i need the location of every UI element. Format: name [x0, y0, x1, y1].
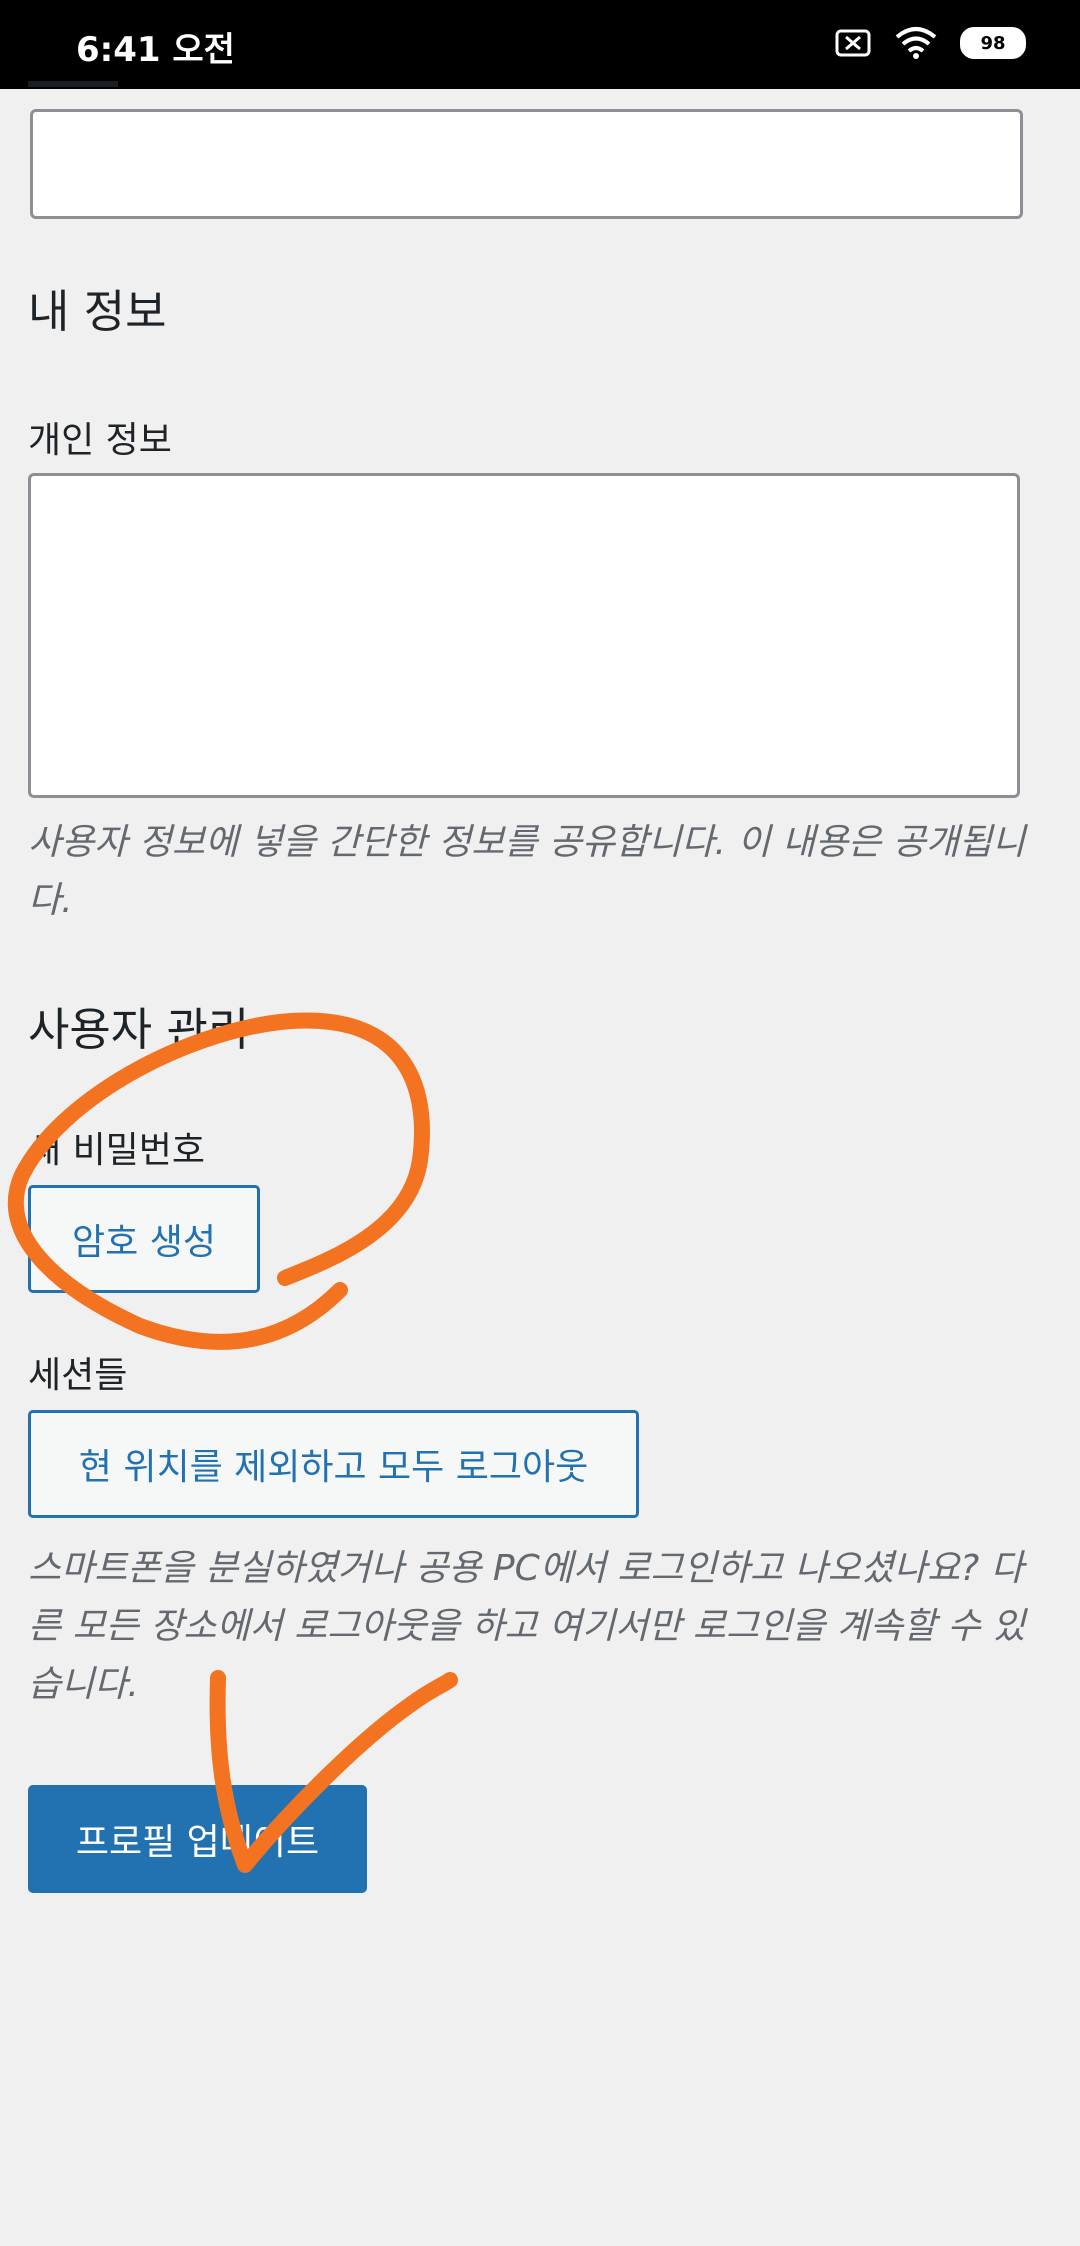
- top-field-label-cut: [28, 77, 168, 91]
- logout-everywhere-button[interactable]: 현 위치를 제외하고 모두 로그아웃: [28, 1410, 639, 1518]
- annotation-circle: [8, 1012, 430, 1350]
- status-bar: 6:41 오전 98: [0, 0, 1080, 89]
- wifi-icon: [895, 27, 937, 59]
- status-time: 6:41 오전: [76, 30, 235, 70]
- bio-description: 사용자 정보에 넣을 간단한 정보를 공유합니다. 이 내용은 공개됩니다.: [28, 822, 1026, 921]
- bio-textarea[interactable]: [28, 473, 1020, 798]
- bio-label: 개인 정보: [28, 420, 172, 461]
- account-management-heading: 사용자 관리: [28, 1003, 250, 1056]
- new-password-label: 새 비밀번호: [28, 1130, 206, 1171]
- top-input-field[interactable]: [30, 109, 1023, 219]
- notification-muted-icon: [835, 29, 871, 57]
- sessions-description: 스마트폰을 분실하였거나 공용 PC에서 로그인하고 나오셨나요? 다른 모든 …: [28, 1548, 1026, 1705]
- generate-password-button[interactable]: 암호 생성: [28, 1185, 260, 1293]
- sessions-label: 세션들: [28, 1355, 128, 1396]
- about-heading: 내 정보: [28, 285, 167, 338]
- update-profile-button[interactable]: 프로필 업데이트: [28, 1785, 367, 1893]
- battery-icon: 98: [960, 27, 1026, 59]
- status-icons: 98: [834, 26, 1026, 60]
- battery-level: 98: [980, 32, 1006, 54]
